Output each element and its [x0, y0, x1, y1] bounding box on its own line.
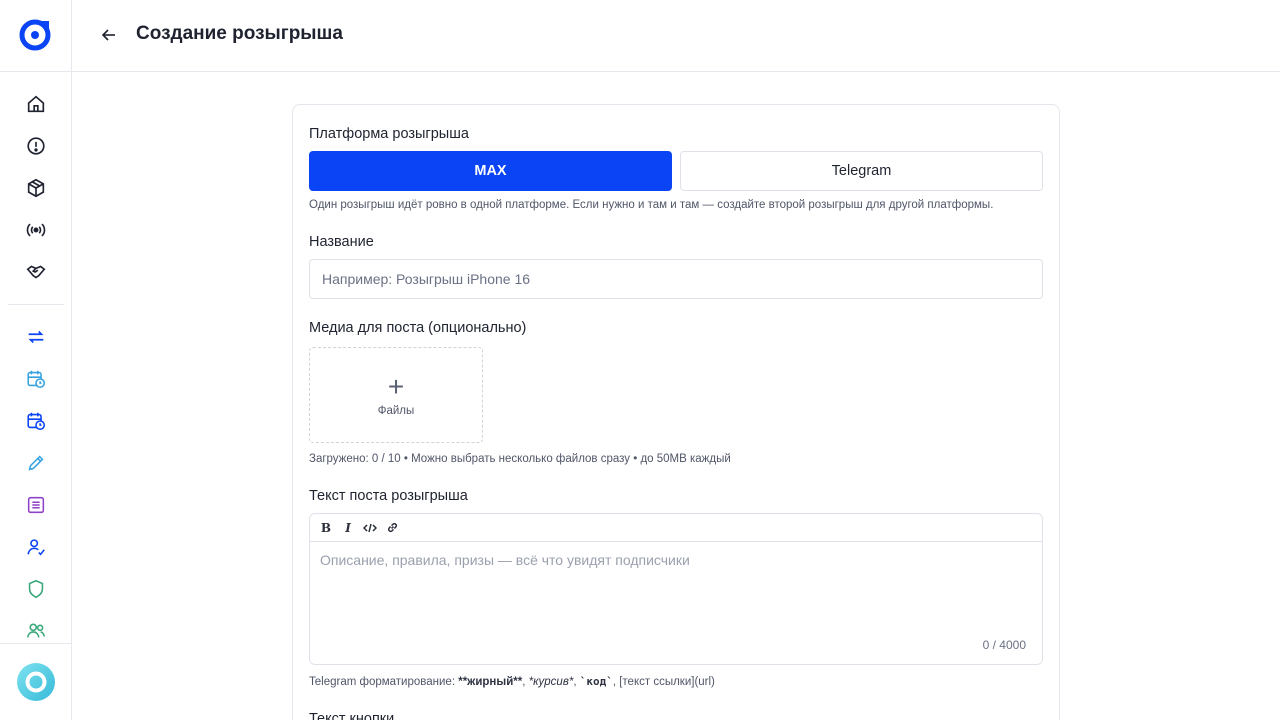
bold-button[interactable]: B [318, 520, 334, 536]
format-hint: Telegram форматирование: **жирный**, *ку… [309, 675, 715, 688]
repeat-icon[interactable] [22, 323, 50, 351]
app-logo[interactable] [18, 18, 52, 52]
upload-label: Файлы [377, 405, 415, 417]
pencil-icon[interactable] [22, 449, 50, 477]
avatar[interactable] [17, 663, 55, 701]
broadcast-icon[interactable] [22, 216, 50, 244]
file-upload-button[interactable]: + Файлы [309, 347, 483, 443]
handshake-icon[interactable] [22, 258, 50, 286]
divider [0, 643, 72, 644]
post-text-editor[interactable]: B I Описание, правила, призы — всё что у… [309, 513, 1043, 665]
name-label: Название [309, 234, 374, 250]
giveaway-form-card: Платформа розыгрыша MAX Telegram Один ро… [292, 104, 1060, 720]
sidebar [0, 0, 72, 720]
post-text-textarea[interactable]: Описание, правила, призы — всё что увидя… [320, 552, 690, 568]
code-button[interactable] [362, 520, 378, 536]
page-title: Создание розыгрыша [136, 23, 343, 44]
link-button[interactable] [384, 520, 400, 536]
format-prefix: Telegram форматирование: [309, 676, 456, 688]
box-icon[interactable] [22, 174, 50, 202]
format-code-example: `код` [579, 675, 613, 688]
page-header: Создание розыгрыша [72, 0, 1280, 72]
button-text-label: Текст кнопки [309, 711, 395, 720]
format-link-example: [текст ссылки](url) [619, 676, 715, 688]
format-italic-example: *курсив* [528, 676, 574, 688]
list-icon[interactable] [22, 491, 50, 519]
link-icon [387, 522, 397, 533]
media-hint: Загружено: 0 / 10 • Можно выбрать нескол… [309, 453, 731, 465]
format-bold-example: **жирный** [458, 676, 523, 688]
platform-hint: Один розыгрыш идёт ровно в одной платфор… [309, 199, 994, 211]
shield-icon[interactable] [22, 575, 50, 603]
post-text-label: Текст поста розыгрыша [309, 488, 468, 504]
media-label: Медиа для поста (опционально) [309, 320, 527, 336]
platform-option-max[interactable]: MAX [309, 151, 672, 191]
platform-option-telegram[interactable]: Telegram [680, 151, 1043, 191]
plus-icon: + [387, 371, 405, 402]
char-counter: 0 / 4000 [982, 638, 1026, 652]
users-icon[interactable] [22, 617, 50, 645]
back-arrow-icon[interactable] [98, 24, 120, 46]
name-input[interactable]: Например: Розыгрыш iPhone 16 [309, 259, 1043, 299]
calendar-clock-icon[interactable] [22, 407, 50, 435]
home-icon[interactable] [22, 90, 50, 118]
user-check-icon[interactable] [22, 533, 50, 561]
italic-button[interactable]: I [340, 520, 356, 536]
calendar-clock-icon[interactable] [22, 365, 50, 393]
alert-icon[interactable] [22, 132, 50, 160]
code-icon [363, 523, 377, 532]
divider [0, 71, 72, 72]
divider [8, 304, 64, 305]
platform-label: Платформа розыгрыша [309, 126, 469, 142]
editor-toolbar: B I [310, 514, 1042, 542]
